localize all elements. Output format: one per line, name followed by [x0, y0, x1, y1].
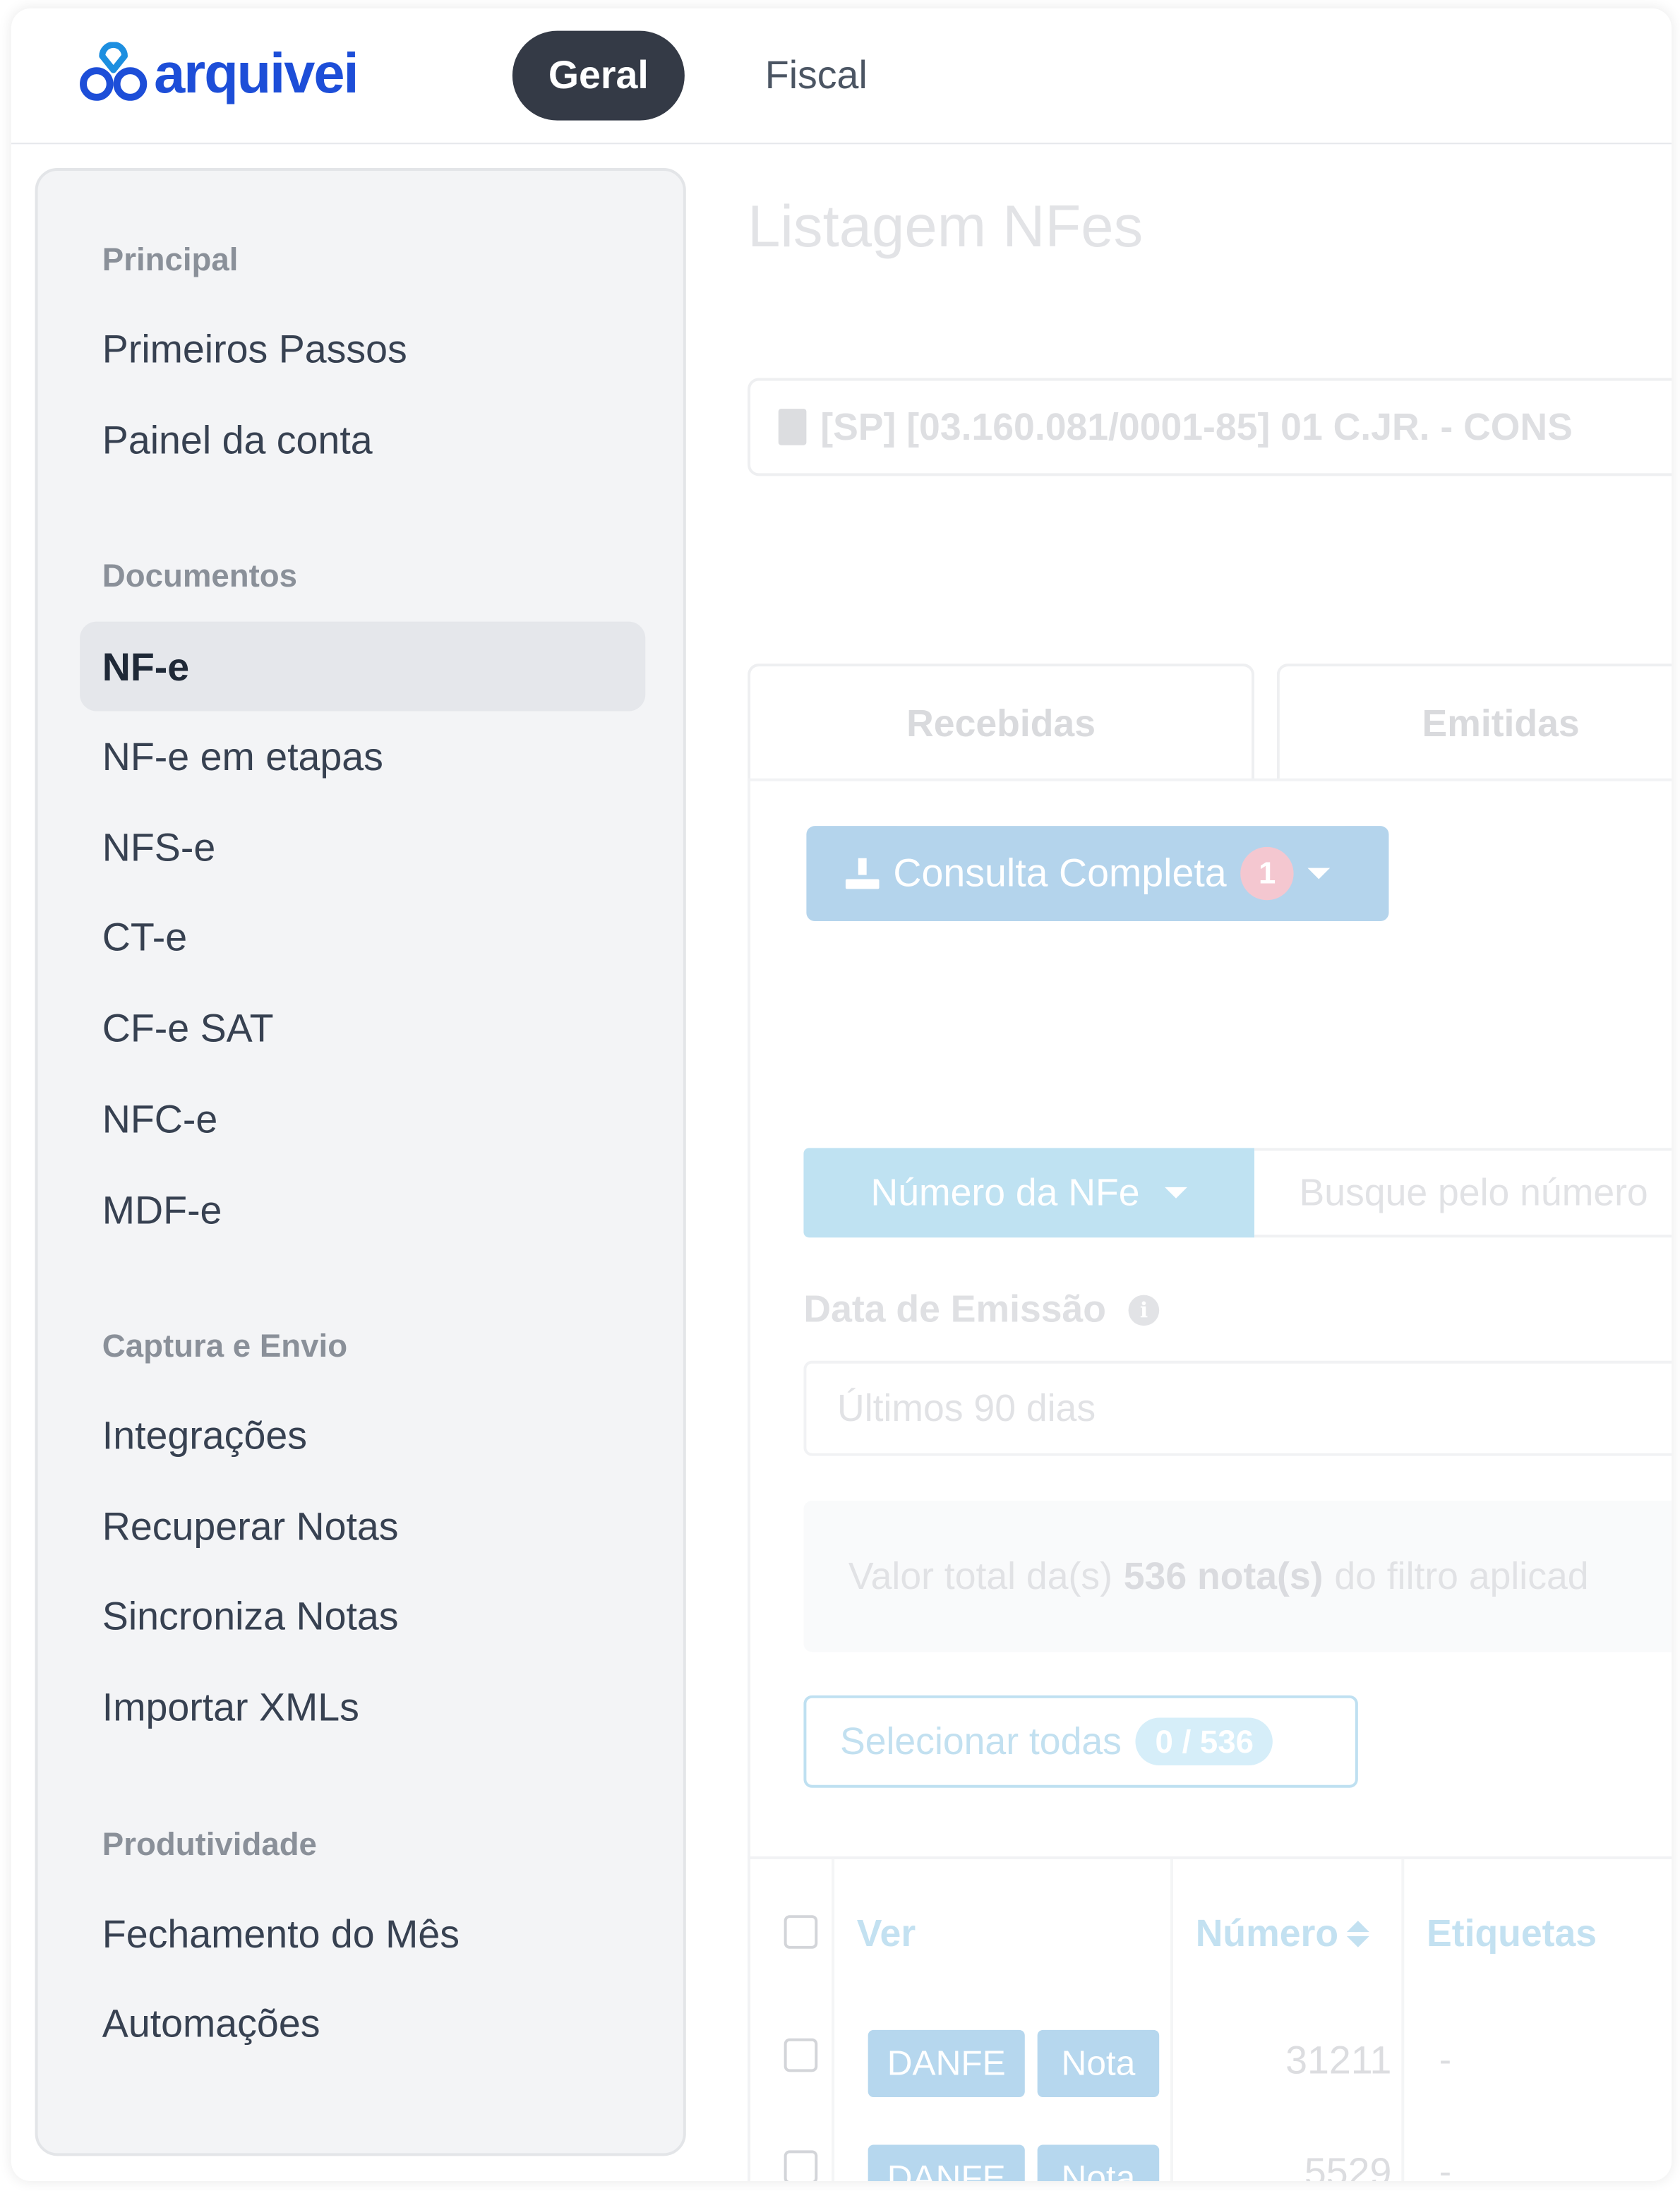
select-all-button[interactable]: Selecionar todas 0 / 536	[803, 1695, 1358, 1788]
nota-button[interactable]: Nota	[1037, 2144, 1160, 2182]
arquivei-logo[interactable]: arquivei	[78, 40, 359, 109]
sidebar-section-captura-e-envio: Captura e Envio	[102, 1327, 348, 1364]
row-checkbox[interactable]	[784, 2038, 818, 2072]
company-select-value: [SP] [03.160.081/0001-85] 01 C.JR. - CON…	[820, 405, 1573, 448]
selection-count-badge: 0 / 536	[1135, 1717, 1273, 1765]
sidebar: Principal Primeiros Passos Painel da con…	[35, 167, 686, 2156]
column-header-etiquetas: Etiquetas	[1427, 1912, 1597, 1955]
column-header-numero-label: Número	[1195, 1912, 1339, 1955]
sidebar-item-ct-e[interactable]: CT-e	[102, 916, 187, 960]
row-checkbox[interactable]	[784, 2150, 818, 2182]
column-divider	[1401, 1859, 1405, 2182]
column-header-ver: Ver	[856, 1912, 916, 1955]
sidebar-section-produtividade: Produtividade	[102, 1825, 317, 1862]
top-navbar: arquivei Geral Fiscal	[11, 8, 1672, 145]
chevron-down-icon	[1307, 868, 1331, 880]
sidebar-item-mdf-e[interactable]: MDF-e	[102, 1189, 222, 1233]
sidebar-item-cf-e-sat[interactable]: CF-e SAT	[102, 1007, 274, 1051]
main-content: Listagem NFes [SP] [03.160.081/0001-85] …	[697, 143, 1672, 2182]
nfe-table	[748, 1856, 1672, 2181]
sidebar-item-sincroniza-notas[interactable]: Sincroniza Notas	[102, 1595, 399, 1639]
sidebar-item-nf-e-em-etapas[interactable]: NF-e em etapas	[102, 735, 383, 779]
info-icon[interactable]: i	[1128, 1294, 1160, 1326]
nota-button[interactable]: Nota	[1037, 2029, 1160, 2098]
logo-text: arquivei	[154, 42, 359, 104]
select-all-label: Selecionar todas	[839, 1719, 1122, 1763]
sidebar-section-principal: Principal	[102, 241, 239, 277]
etiquetas-cell: -	[1439, 2038, 1452, 2081]
column-header-numero[interactable]: Número	[1196, 1912, 1369, 1955]
sidebar-item-label: NF-e	[102, 645, 190, 689]
download-icon	[845, 858, 880, 889]
sort-icon	[1346, 1921, 1369, 1947]
sidebar-item-automacoes[interactable]: Automações	[102, 2002, 320, 2046]
consulta-count-badge: 1	[1240, 846, 1294, 901]
date-filter-label-text: Data de Emissão	[803, 1287, 1107, 1331]
column-divider	[1170, 1859, 1174, 2182]
chevron-down-icon	[1165, 1187, 1187, 1199]
total-prefix: Valor total da(s)	[848, 1554, 1112, 1597]
page-title: Listagem NFes	[748, 193, 1144, 259]
app-window: arquivei Geral Fiscal Principal Primeiro…	[11, 8, 1672, 2182]
tab-fiscal[interactable]: Fiscal	[725, 31, 907, 121]
sidebar-item-nfc-e[interactable]: NFC-e	[102, 1098, 218, 1142]
logo-mark-icon	[80, 42, 148, 101]
select-all-checkbox[interactable]	[784, 1915, 818, 1949]
date-filter-input[interactable]: Últimos 90 dias	[803, 1360, 1672, 1456]
column-divider	[832, 1859, 835, 2182]
total-count: 536 nota(s)	[1123, 1554, 1324, 1597]
sidebar-item-fechamento-do-mes[interactable]: Fechamento do Mês	[102, 1912, 460, 1957]
tab-geral[interactable]: Geral	[512, 30, 685, 121]
numero-cell: 31211	[1285, 2038, 1392, 2082]
sidebar-item-nf-e[interactable]: NF-e	[80, 621, 646, 712]
etiquetas-cell: -	[1439, 2150, 1452, 2182]
search-filter-label: Número da NFe	[870, 1171, 1140, 1213]
company-select[interactable]: [SP] [03.160.081/0001-85] 01 C.JR. - CON…	[748, 378, 1672, 476]
tab-recebidas[interactable]: Recebidas	[748, 664, 1255, 781]
sidebar-item-primeiros-passos[interactable]: Primeiros Passos	[102, 328, 407, 372]
sidebar-item-nfs-e[interactable]: NFS-e	[102, 826, 215, 870]
consulta-completa-label: Consulta Completa	[893, 851, 1227, 895]
search-filter-select[interactable]: Número da NFe	[803, 1148, 1255, 1238]
sidebar-item-painel-da-conta[interactable]: Painel da conta	[102, 419, 373, 463]
numero-cell: 5529	[1304, 2150, 1392, 2182]
building-icon	[778, 409, 807, 445]
tab-emitidas[interactable]: Emitidas	[1276, 664, 1672, 781]
sidebar-item-importar-xmls[interactable]: Importar XMLs	[102, 1686, 359, 1730]
sidebar-item-recuperar-notas[interactable]: Recuperar Notas	[102, 1505, 399, 1549]
consulta-completa-button[interactable]: Consulta Completa 1	[806, 826, 1389, 922]
danfe-button[interactable]: DANFE	[868, 2029, 1025, 2098]
danfe-button[interactable]: DANFE	[868, 2144, 1025, 2182]
sidebar-item-integracoes[interactable]: Integrações	[102, 1414, 307, 1458]
sidebar-section-documentos: Documentos	[102, 557, 298, 594]
search-input[interactable]: Busque pelo número	[1254, 1148, 1672, 1238]
date-filter-label: Data de Emissão i	[803, 1287, 1160, 1331]
total-summary: Valor total da(s) 536 nota(s) do filtro …	[803, 1501, 1672, 1652]
total-suffix: do filtro aplicad	[1334, 1554, 1589, 1597]
